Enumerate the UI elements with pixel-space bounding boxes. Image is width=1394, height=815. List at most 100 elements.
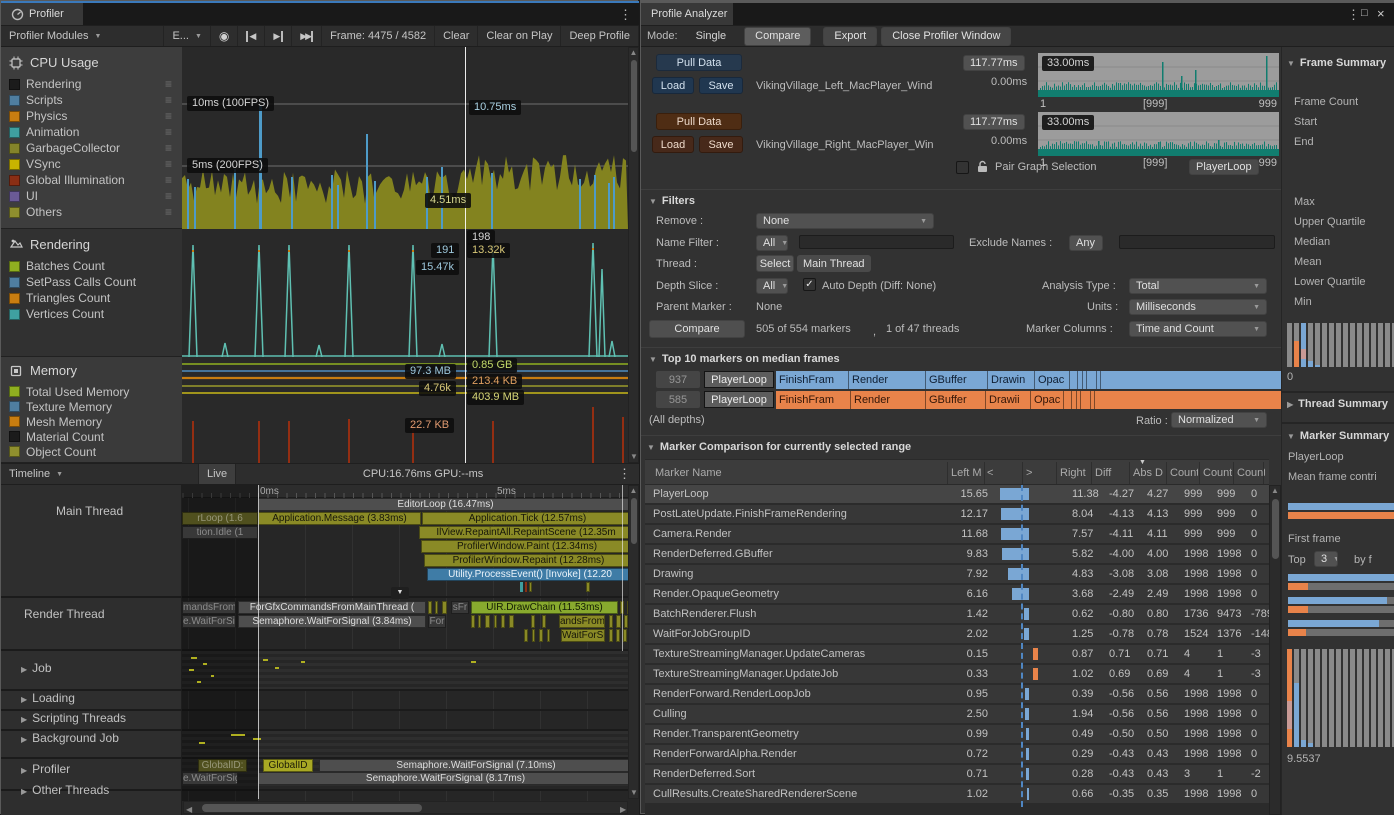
timeline-span[interactable] bbox=[586, 582, 590, 592]
comparison-table-header[interactable]: Marker Name Left M < > Right Diff Abs D … bbox=[645, 459, 1269, 485]
clear-button[interactable]: Clear bbox=[435, 26, 478, 46]
comparison-row[interactable]: CullResults.CreateSharedRendererScene 1.… bbox=[645, 785, 1269, 803]
thread-row-label[interactable]: ▶Scripting Threads bbox=[21, 711, 126, 725]
drag-handle-icon[interactable]: ≡ bbox=[165, 93, 172, 107]
timeline-view-dropdown[interactable]: Timeline bbox=[1, 464, 199, 484]
timeline-span[interactable] bbox=[616, 615, 621, 628]
cpu-chart[interactable] bbox=[182, 47, 628, 229]
comparison-row[interactable]: PostLateUpdate.FinishFrameRendering 12.1… bbox=[645, 505, 1269, 523]
profiler-modules-dropdown[interactable]: Profiler Modules bbox=[1, 26, 164, 46]
column-divider[interactable] bbox=[1022, 462, 1023, 484]
col-left-bar[interactable]: < bbox=[987, 467, 993, 479]
col-left-median[interactable]: Left M bbox=[951, 467, 983, 479]
live-button[interactable]: Live bbox=[199, 464, 236, 484]
timeline-span[interactable]: tion.Idle (1 bbox=[182, 526, 258, 539]
thread-select-button[interactable]: Select bbox=[756, 255, 794, 272]
compare-button[interactable]: Compare bbox=[649, 320, 745, 338]
timeline-span[interactable] bbox=[263, 659, 268, 661]
comparison-row[interactable]: Camera.Render 11.68 7.57 -4.11 4.11 999 … bbox=[645, 525, 1269, 543]
legend-item[interactable]: Physics ≡ bbox=[1, 108, 182, 124]
timeline-span[interactable]: Application.Tick (12.57ms) bbox=[422, 512, 633, 525]
load-button-left[interactable]: Load bbox=[652, 77, 694, 94]
timeline-span[interactable]: ProfilerWindow.Paint (12.34ms) bbox=[421, 540, 633, 553]
timeline-span[interactable]: UIR.DrawChain (11.53ms) bbox=[471, 601, 618, 614]
comparison-row[interactable]: Drawing 7.92 4.83 -3.08 3.08 1998 1998 0 bbox=[645, 565, 1269, 583]
column-divider[interactable] bbox=[1129, 462, 1130, 484]
timeline-span[interactable] bbox=[199, 742, 205, 744]
timeline-span[interactable] bbox=[478, 615, 481, 628]
pair-selection-marker[interactable]: PlayerLoop bbox=[1189, 159, 1259, 175]
next-frame-button[interactable]: ▶ bbox=[265, 26, 292, 46]
column-divider[interactable] bbox=[984, 462, 985, 484]
timeline-span[interactable] bbox=[471, 661, 476, 663]
marker-segment[interactable]: FinishFram bbox=[776, 371, 849, 389]
timeline-span[interactable] bbox=[623, 629, 627, 642]
timeline-span[interactable]: Semaphore.WaitForSignal (7.10ms) bbox=[319, 759, 633, 772]
col-right-median[interactable]: Right bbox=[1060, 467, 1091, 479]
thread-row-label[interactable]: ▶Loading bbox=[21, 691, 75, 705]
comparison-row[interactable]: RenderForwardAlpha.Render 0.72 0.29 -0.4… bbox=[645, 745, 1269, 763]
timeline-span[interactable] bbox=[189, 669, 194, 671]
module-memory[interactable]: Memory Total Used Memory Texture Memory bbox=[1, 357, 182, 463]
remove-dropdown[interactable]: None bbox=[756, 213, 934, 229]
exclude-names-input[interactable] bbox=[1119, 235, 1275, 249]
frame-graph-left[interactable]: 33.00ms bbox=[1038, 53, 1279, 97]
col-count-left[interactable]: Count bbox=[1170, 467, 1198, 479]
column-divider[interactable] bbox=[1199, 462, 1200, 484]
scroll-right-icon[interactable]: ▶ bbox=[620, 805, 626, 814]
comparison-row[interactable]: RenderForward.RenderLoopJob 0.95 0.39 -0… bbox=[645, 685, 1269, 703]
units-dropdown[interactable]: Milliseconds bbox=[1129, 299, 1267, 315]
legend-item[interactable]: Rendering ≡ bbox=[1, 76, 182, 92]
timeline-span[interactable] bbox=[211, 675, 214, 677]
fold-icon[interactable]: ▶ bbox=[21, 735, 27, 744]
profiler-menu-icon[interactable]: ⋮ bbox=[619, 7, 632, 23]
timeline-span[interactable]: andsFrom bbox=[559, 615, 605, 628]
legend-item[interactable]: Material Count bbox=[1, 429, 182, 444]
column-divider[interactable] bbox=[1056, 462, 1057, 484]
comparison-header[interactable]: ▼Marker Comparison for currently selecte… bbox=[647, 441, 911, 453]
marker-segment[interactable] bbox=[1064, 391, 1072, 409]
timeline-span[interactable] bbox=[542, 615, 546, 628]
timeline-span[interactable] bbox=[609, 629, 613, 642]
timeline-span[interactable]: Semaphore.WaitForSignal (3.84ms) bbox=[238, 615, 426, 628]
thread-row-label[interactable]: Main Thread bbox=[51, 504, 123, 518]
charts-scrollbar-thumb[interactable] bbox=[631, 60, 637, 152]
fold-icon[interactable]: ▶ bbox=[21, 766, 27, 775]
legend-item[interactable]: Others ≡ bbox=[1, 204, 182, 220]
legend-item[interactable]: Object Count bbox=[1, 444, 182, 459]
legend-item[interactable]: Total Used Memory bbox=[1, 384, 182, 399]
thread-summary-header[interactable]: ▶Thread Summary bbox=[1287, 398, 1394, 410]
marker-segment[interactable]: Opac bbox=[1031, 391, 1064, 409]
top10-header[interactable]: ▼Top 10 markers on median frames bbox=[649, 353, 840, 365]
name-filter-input[interactable] bbox=[799, 235, 954, 249]
marker-segment[interactable] bbox=[1081, 391, 1091, 409]
pull-data-button-left[interactable]: Pull Data bbox=[656, 54, 742, 71]
timeline-span[interactable] bbox=[539, 629, 543, 642]
timeline-span[interactable] bbox=[532, 629, 535, 642]
timeline-hscrollbar[interactable]: ◀ ▶ bbox=[183, 801, 628, 814]
timeline-span[interactable]: GlobalID: bbox=[198, 759, 247, 772]
drag-handle-icon[interactable]: ≡ bbox=[165, 173, 172, 187]
charts-scrollbar[interactable]: ▲ ▼ bbox=[628, 47, 639, 463]
comparison-row[interactable]: TextureStreamingManager.UpdateJob 0.33 1… bbox=[645, 665, 1269, 683]
save-button-right[interactable]: Save bbox=[699, 136, 743, 153]
timeline-span[interactable]: Application.Message (3.83ms) bbox=[258, 512, 421, 525]
legend-item[interactable]: Global Illumination ≡ bbox=[1, 172, 182, 188]
timeline-span[interactable] bbox=[485, 615, 490, 628]
timeline-span[interactable]: rLoop (1.6 bbox=[182, 512, 258, 525]
fold-icon[interactable]: ▶ bbox=[21, 665, 27, 674]
timeline-span[interactable] bbox=[231, 734, 245, 736]
timeline-span[interactable] bbox=[301, 661, 305, 663]
timeline-span[interactable] bbox=[531, 615, 535, 628]
marker-segment[interactable]: Render bbox=[851, 391, 926, 409]
frame-summary-histogram[interactable] bbox=[1287, 323, 1394, 367]
timeline-span[interactable]: Utility.ProcessEvent() [Invoke] (12.20 bbox=[427, 568, 633, 581]
close-profiler-window-button[interactable]: Close Profiler Window bbox=[881, 27, 1011, 46]
scroll-left-icon[interactable]: ◀ bbox=[186, 805, 192, 814]
col-marker-name[interactable]: Marker Name bbox=[655, 467, 722, 479]
timeline-span[interactable] bbox=[616, 629, 620, 642]
top10-frame-right[interactable]: 585 bbox=[656, 391, 700, 408]
comparison-row[interactable]: WaitForJobGroupID 2.02 1.25 -0.78 0.78 1… bbox=[645, 625, 1269, 643]
legend-item[interactable]: VSync ≡ bbox=[1, 156, 182, 172]
mode-compare-button[interactable]: Compare bbox=[744, 27, 811, 46]
